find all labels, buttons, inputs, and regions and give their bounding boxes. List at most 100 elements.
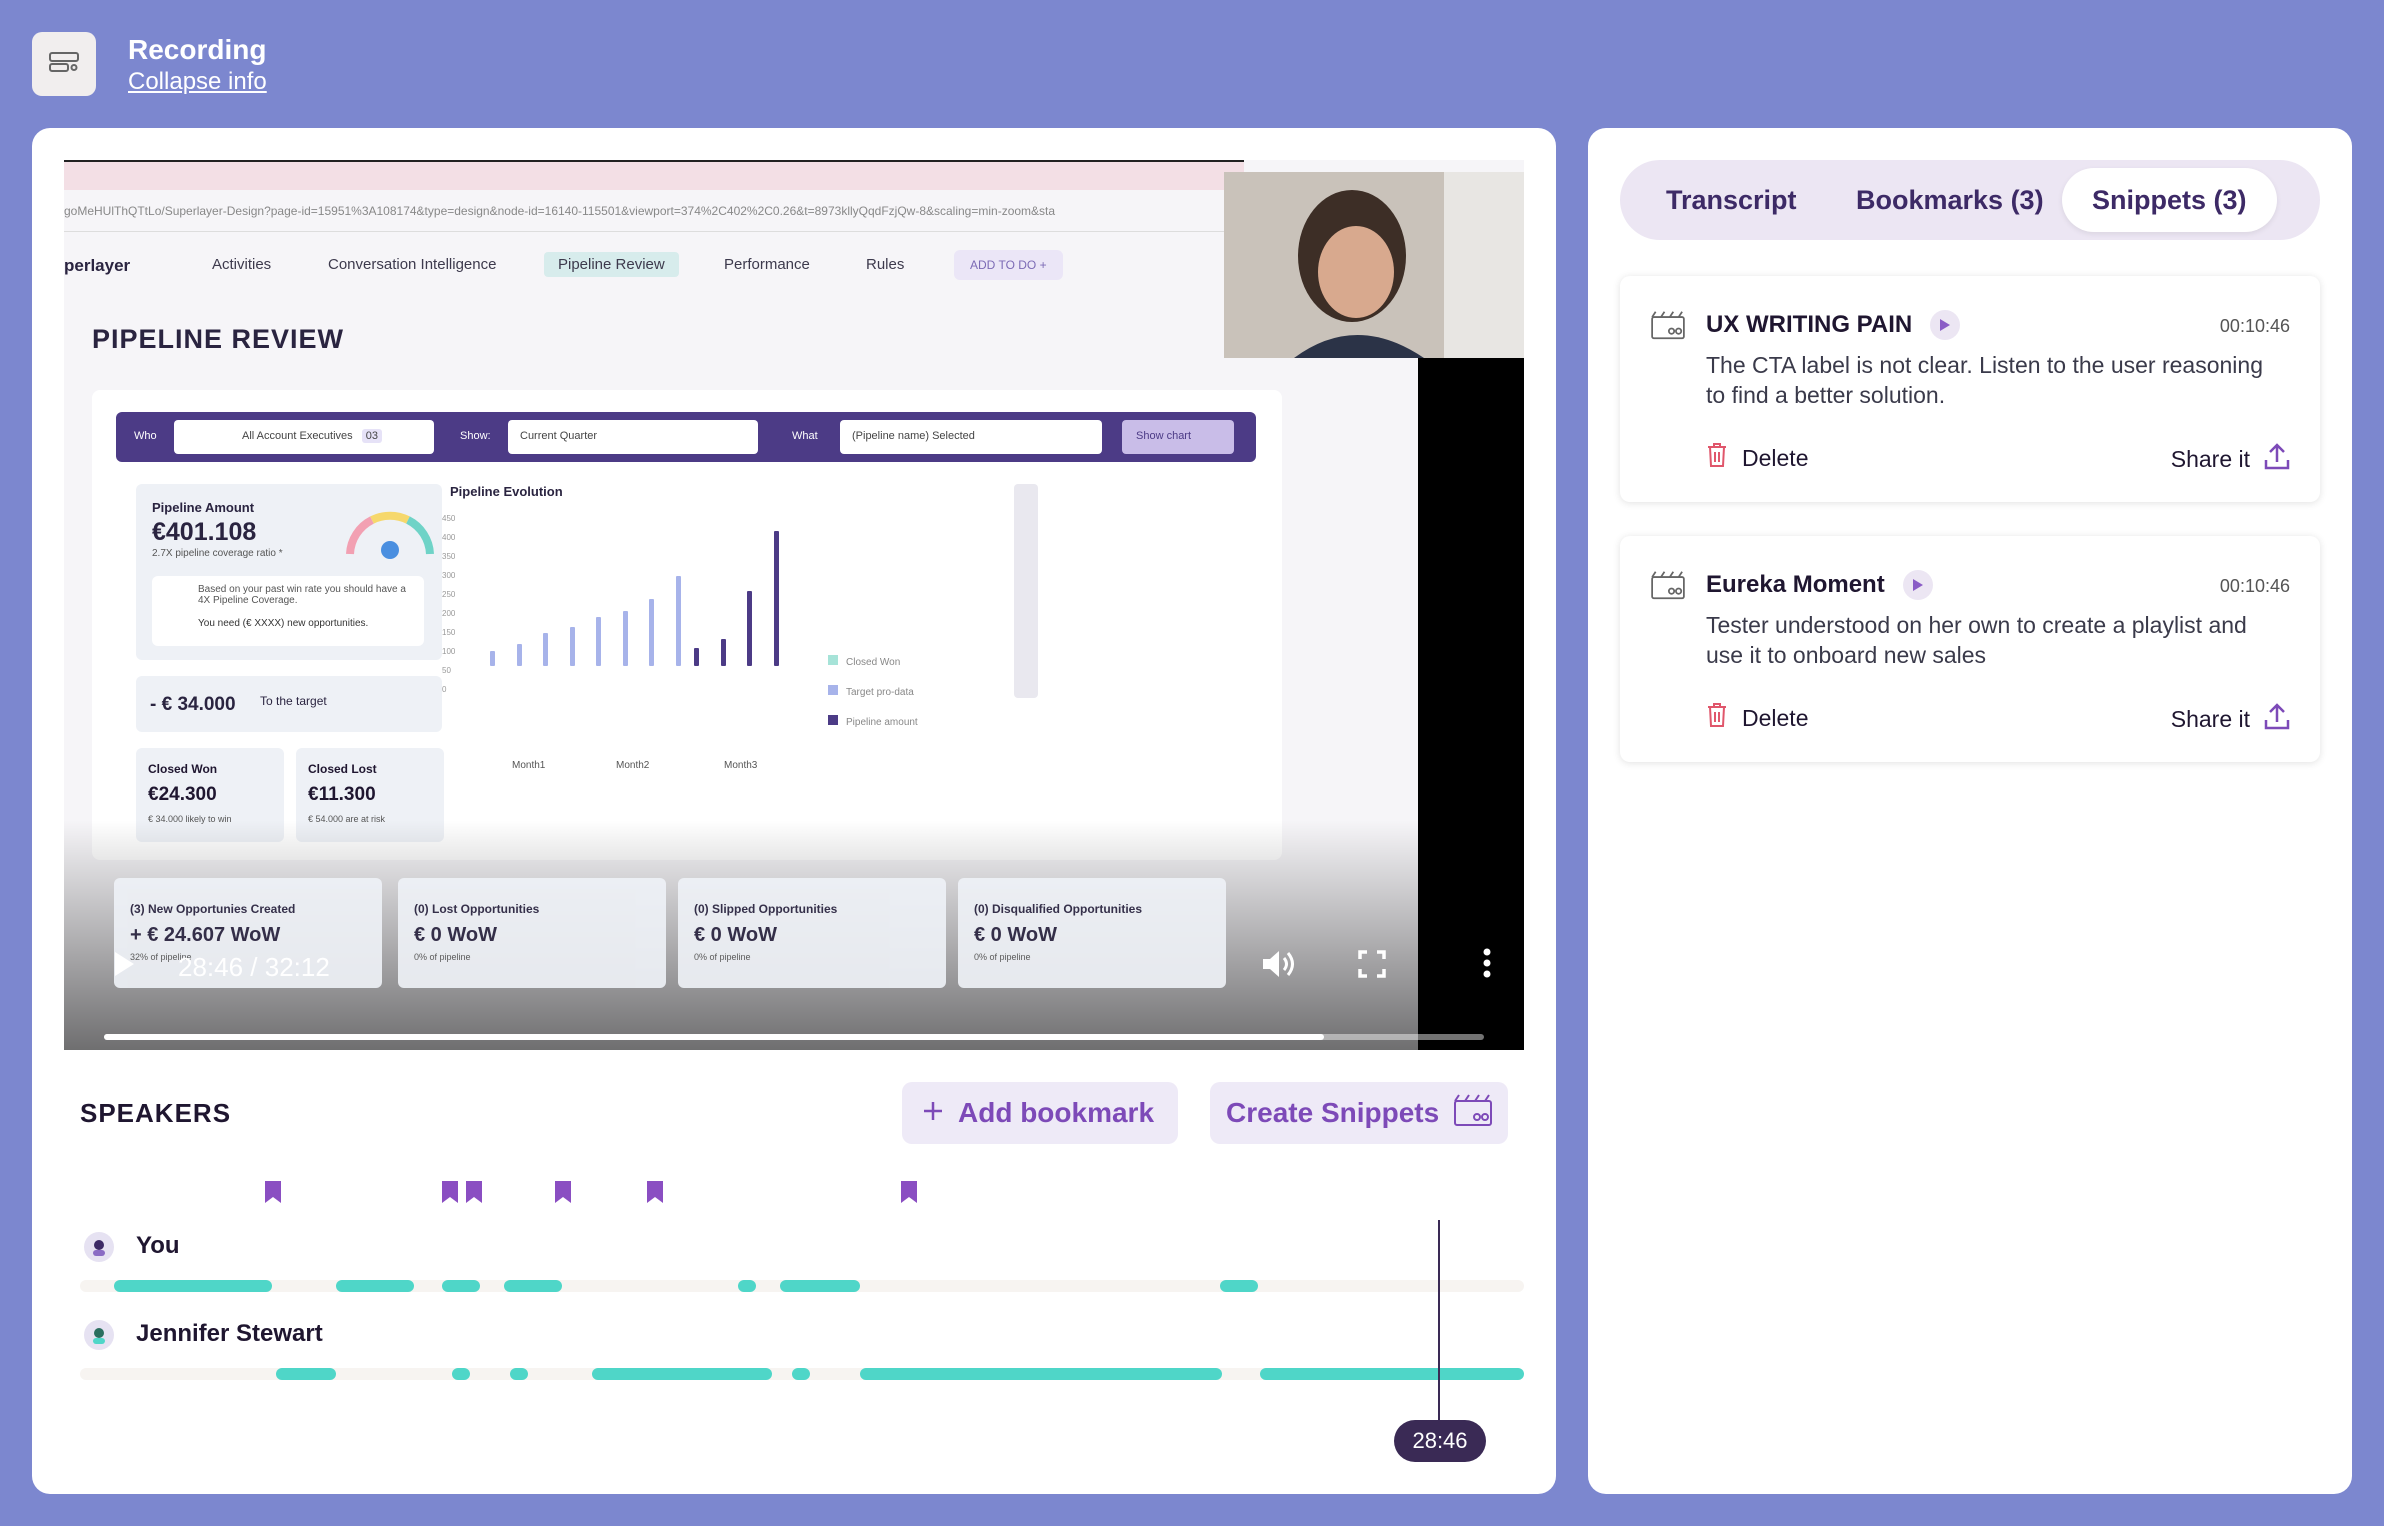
- pipeline-amount-label: Pipeline Amount: [152, 500, 255, 515]
- delete-button[interactable]: Delete: [1706, 702, 1808, 734]
- closed-won-value: €24.300: [148, 784, 217, 805]
- volume-icon: [1263, 951, 1294, 977]
- speech-segment: [336, 1280, 414, 1292]
- snippet-card[interactable]: Eureka Moment 00:10:46 Tester understood…: [1620, 536, 2320, 762]
- upload-icon: [2264, 442, 2290, 476]
- snippet-card[interactable]: UX WRITING PAIN 00:10:46 The CTA label i…: [1620, 276, 2320, 502]
- opportunity-note: 0% of pipeline: [974, 952, 1031, 962]
- chart-bar: [622, 610, 628, 666]
- opportunity-note: 0% of pipeline: [414, 952, 471, 962]
- snippet-clapper-icon: [1650, 310, 1686, 345]
- opportunity-card: (0) Slipped Opportunities € 0 WoW 0% of pi…: [678, 878, 946, 988]
- play-button[interactable]: [112, 950, 136, 983]
- filter-select: Current Quarter: [508, 420, 758, 454]
- share-button[interactable]: Share it: [2171, 442, 2290, 476]
- advice-text-2: You need (€ XXXX) new opportunities.: [198, 618, 369, 629]
- nav-item: Rules: [866, 256, 905, 273]
- speakers-heading: SPEAKERS: [80, 1098, 232, 1128]
- nav-item: Conversation Intelligence: [328, 256, 497, 273]
- delete-button[interactable]: Delete: [1706, 442, 1808, 474]
- chart-y-tick: 200: [442, 609, 456, 618]
- opportunity-title: (0) Lost Opportunities: [414, 902, 540, 916]
- target-suffix: To the target: [260, 694, 327, 708]
- speaker-name: You: [136, 1232, 180, 1259]
- speech-segment: [738, 1280, 756, 1292]
- fullscreen-icon: [1358, 950, 1386, 978]
- playhead-time: 28:46: [1394, 1420, 1486, 1462]
- advice-box: Based on your past win rate you should h…: [152, 576, 424, 646]
- chart-bar: [773, 531, 779, 666]
- video-progress-bar[interactable]: [104, 1034, 1484, 1040]
- snippet-title-row: UX WRITING PAIN: [1706, 310, 1961, 340]
- chart-bar: [649, 598, 654, 666]
- add-bookmark-button[interactable]: Add bookmark: [902, 1082, 1178, 1144]
- target-box: - € 34.000 To the target: [136, 676, 442, 732]
- more-options-button[interactable]: [1482, 948, 1492, 983]
- closed-lost-label: Closed Lost: [308, 762, 377, 776]
- speaker-timeline[interactable]: [80, 1368, 1524, 1380]
- page-title: Recording: [128, 34, 267, 65]
- bookmark-icon[interactable]: [465, 1180, 483, 1204]
- tab-snippets[interactable]: Snippets (3): [2062, 168, 2277, 232]
- collapse-panel-button[interactable]: [32, 32, 96, 96]
- speech-segment: [792, 1368, 810, 1380]
- pipeline-evolution-chart: Pipeline Evolution 450 400 350 300 250 200 150…: [442, 484, 1092, 784]
- chart-side-panel: [1014, 484, 1038, 698]
- tab-transcript[interactable]: Transcript: [1666, 160, 1797, 240]
- tab-bar: Transcript Bookmarks (3) Snippets (3): [1620, 160, 2320, 240]
- create-snippets-button[interactable]: Create Snippets: [1210, 1082, 1508, 1144]
- snippet-play-button[interactable]: [1902, 570, 1933, 600]
- play-icon: [1912, 579, 1923, 591]
- bookmark-icon[interactable]: [441, 1180, 459, 1204]
- add-todo-button: ADD TO DO +: [954, 250, 1063, 280]
- opportunity-value: + € 24.607 WoW: [130, 924, 281, 946]
- filter-bar: Who All Account Executives 03 Show: Curr…: [116, 412, 1256, 462]
- nav-item: Activities: [212, 256, 272, 273]
- speaker-timeline[interactable]: [80, 1280, 1524, 1292]
- webcam-participant: [1224, 172, 1524, 358]
- chart-bar: [516, 643, 522, 666]
- pipeline-card: Who All Account Executives 03 Show: Curr…: [92, 390, 1282, 860]
- more-vertical-icon: [1483, 948, 1491, 978]
- app-logo: perlayer: [64, 256, 131, 275]
- filter-count: 03: [361, 429, 382, 443]
- bookmark-icon[interactable]: [264, 1180, 282, 1204]
- pipeline-amount: €401.108: [152, 518, 257, 546]
- chart-y-tick: 250: [442, 590, 456, 599]
- speech-segment: [114, 1280, 272, 1292]
- snippet-play-button[interactable]: [1930, 310, 1961, 340]
- play-icon: [115, 952, 134, 976]
- chart-legend: Closed Won Target pro-data Pipeline amou…: [828, 648, 918, 738]
- snippet-clapper-icon: [1453, 1093, 1493, 1134]
- bookmark-icon[interactable]: [900, 1180, 918, 1204]
- bookmark-icon[interactable]: [646, 1180, 664, 1204]
- nav-item-active: Pipeline Review: [544, 252, 679, 277]
- video-player[interactable]: goMeHUlThQTtLo/Superlayer-Design?page-id…: [64, 160, 1524, 1050]
- app-navigation: perlayer Activities Conversation Intelli…: [64, 244, 1224, 294]
- fullscreen-button[interactable]: [1358, 950, 1386, 983]
- video-page-title: PIPELINE REVIEW: [92, 324, 345, 354]
- gauge-chart: [346, 511, 434, 559]
- bookmark-icon[interactable]: [554, 1180, 572, 1204]
- filter-value: All Account Executives: [242, 430, 353, 442]
- opportunity-note: 0% of pipeline: [694, 952, 751, 962]
- chart-y-tick: 350: [442, 552, 456, 561]
- target-value: - € 34.000: [150, 694, 236, 715]
- share-button[interactable]: Share it: [2171, 702, 2290, 736]
- legend-item: Pipeline amount: [828, 708, 918, 738]
- snippet-title: Eureka Moment: [1706, 571, 1885, 598]
- legend-label: Target pro-data: [846, 687, 914, 698]
- video-progress-fill: [104, 1034, 1324, 1040]
- advice-text: Based on your past win rate you should h…: [198, 584, 406, 606]
- snippet-title: UX WRITING PAIN: [1706, 311, 1913, 338]
- tab-bookmarks[interactable]: Bookmarks (3): [1856, 160, 2044, 240]
- volume-button[interactable]: [1260, 948, 1296, 985]
- collapse-info-link[interactable]: Collapse info: [128, 68, 267, 96]
- snippet-time: 00:10:46: [2219, 316, 2290, 336]
- pipeline-amount-box: Pipeline Amount €401.108 2.7X pipeline c…: [136, 484, 442, 660]
- chart-y-tick: 450: [442, 514, 456, 523]
- share-label: Share it: [2170, 705, 2250, 732]
- chart-title: Pipeline Evolution: [450, 484, 563, 499]
- filter-label: Who: [134, 430, 157, 442]
- chart-y-tick: 0: [442, 685, 447, 694]
